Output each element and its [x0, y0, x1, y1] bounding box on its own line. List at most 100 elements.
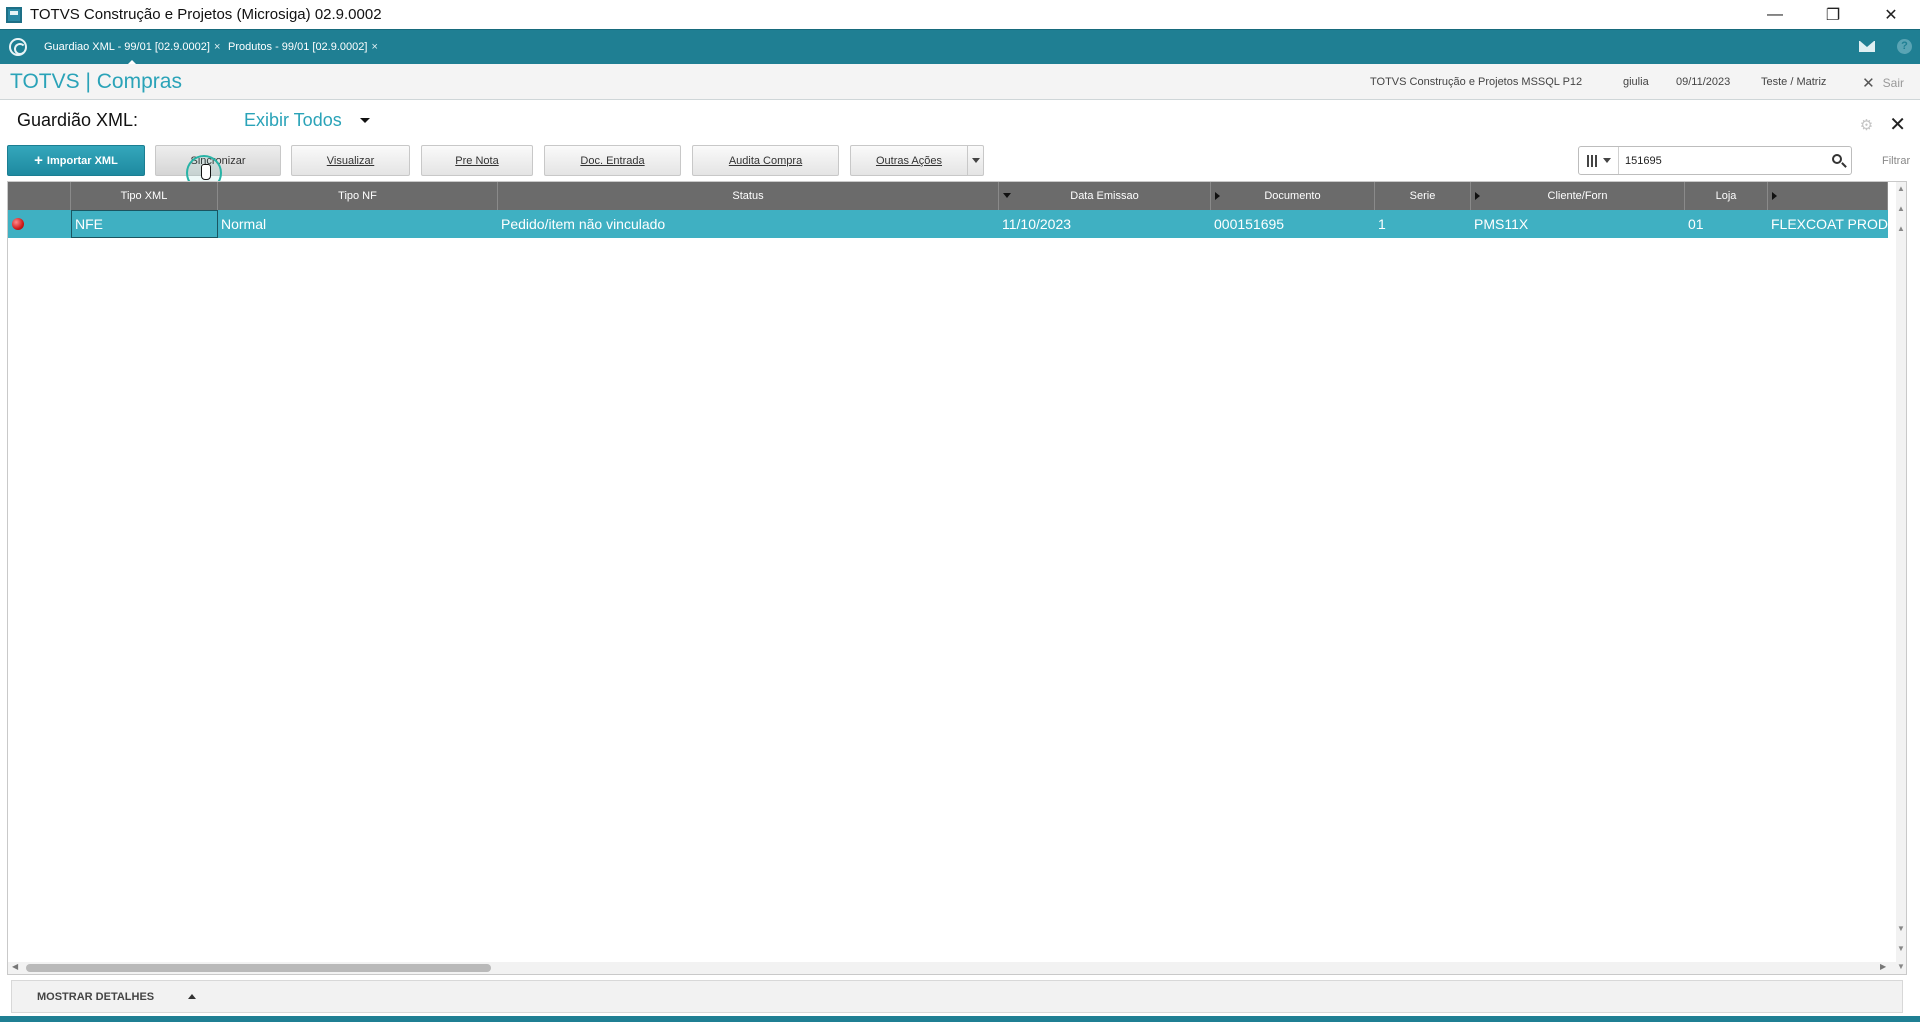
- exit-button[interactable]: ✕ Sair: [1862, 74, 1904, 92]
- panel-icons: ⚙ ✕: [1860, 112, 1906, 137]
- show-details-bar[interactable]: MOSTRAR DETALHES: [11, 980, 1903, 1013]
- header-label: Cliente/Forn: [1547, 190, 1608, 202]
- header-documento[interactable]: Documento: [1211, 182, 1375, 210]
- gear-icon[interactable]: ⚙: [1860, 116, 1873, 134]
- table-row[interactable]: NFE Normal Pedido/item não vinculado 11/…: [8, 210, 1888, 238]
- module-title: TOTVS | Compras: [10, 70, 182, 93]
- sort-right-icon: [1772, 192, 1777, 200]
- cell-cliente-forn[interactable]: PMS11X: [1471, 210, 1685, 238]
- header-status-column[interactable]: [8, 182, 71, 210]
- columns-icon[interactable]: [1579, 147, 1619, 174]
- import-xml-button[interactable]: + Importar XML: [7, 145, 145, 176]
- header-data-emissao[interactable]: Data Emissao: [999, 182, 1211, 210]
- header-label: Status: [732, 190, 764, 202]
- pre-note-button[interactable]: Pre Nota: [421, 145, 533, 176]
- scroll-right-icon[interactable]: ▶: [1880, 962, 1886, 971]
- vertical-scrollbar[interactable]: ▲ ▲ ▲ ▼ ▼ ▼: [1896, 182, 1906, 974]
- exit-label: Sair: [1882, 76, 1904, 90]
- scroll-page-down-icon[interactable]: ▼: [1897, 944, 1905, 953]
- routine-title: Guardião XML:: [17, 110, 139, 130]
- app-icon: [6, 6, 22, 23]
- window-titlebar: TOTVS Construção e Projetos (Microsiga) …: [0, 0, 1920, 29]
- chevron-down-icon: [359, 118, 370, 123]
- view-button[interactable]: Visualizar: [291, 145, 410, 176]
- doc-entry-button[interactable]: Doc. Entrada: [544, 145, 681, 176]
- tab-label: Guardiao XML - 99/01 [02.9.0002]: [44, 41, 210, 53]
- cell-documento[interactable]: 000151695: [1211, 210, 1375, 238]
- close-window-button[interactable]: ✕: [1862, 0, 1920, 29]
- scroll-down-icon[interactable]: ▼: [1897, 924, 1905, 933]
- cell-loja[interactable]: 01: [1685, 210, 1768, 238]
- header-tipo-nf[interactable]: Tipo NF: [218, 182, 498, 210]
- header-loja[interactable]: Loja: [1685, 182, 1768, 210]
- header-tipo-xml[interactable]: Tipo XML: [71, 182, 218, 210]
- import-xml-label: Importar XML: [46, 154, 118, 167]
- date-info: 09/11/2023: [1676, 76, 1731, 88]
- scroll-page-up-icon[interactable]: ▲: [1897, 204, 1905, 213]
- audit-purchase-label: Audita Compra: [728, 154, 803, 167]
- close-routine-icon[interactable]: ✕: [1889, 112, 1906, 137]
- hand-cursor-icon: [201, 164, 211, 180]
- view-filter-value: Exibir Todos: [244, 110, 342, 130]
- pre-note-label: Pre Nota: [455, 154, 499, 167]
- cell-tipo-nf[interactable]: Normal: [218, 210, 498, 238]
- search-icon[interactable]: [1825, 147, 1851, 174]
- module-header: TOTVS | Compras TOTVS Construção e Proje…: [0, 64, 1920, 100]
- header-nome[interactable]: [1768, 182, 1888, 210]
- other-actions-label: Outras Ações: [875, 154, 943, 167]
- tab-produtos[interactable]: Produtos - 99/01 [02.9.0002] ×: [224, 36, 382, 58]
- plus-icon: +: [34, 152, 43, 169]
- close-icon: ✕: [1862, 75, 1875, 92]
- scroll-top-icon[interactable]: ▲: [1897, 224, 1905, 233]
- mail-icon[interactable]: [1859, 41, 1875, 52]
- header-status[interactable]: Status: [498, 182, 999, 210]
- bottom-border: [0, 1016, 1920, 1022]
- status-cell: [8, 210, 71, 238]
- chevron-up-icon: [188, 994, 197, 999]
- header-label: Loja: [1715, 190, 1737, 202]
- user-info: giulia: [1623, 76, 1649, 88]
- filter-link[interactable]: Filtrar: [1882, 155, 1910, 167]
- header-label: Data Emissao: [1070, 190, 1139, 202]
- header-serie[interactable]: Serie: [1375, 182, 1471, 210]
- cell-serie[interactable]: 1: [1375, 210, 1471, 238]
- cell-nome[interactable]: FLEXCOAT PRODU: [1768, 210, 1888, 238]
- search-box: 151695: [1578, 146, 1852, 175]
- audit-purchase-button[interactable]: Audita Compra: [692, 145, 839, 176]
- tab-label: Produtos - 99/01 [02.9.0002]: [228, 41, 368, 53]
- header-label: Serie: [1409, 190, 1436, 202]
- search-input[interactable]: 151695: [1625, 155, 1825, 167]
- restore-button[interactable]: ❐: [1804, 0, 1862, 29]
- scroll-up-icon[interactable]: ▲: [1897, 184, 1905, 193]
- scrollbar-thumb[interactable]: [26, 964, 491, 972]
- home-icon[interactable]: [9, 38, 27, 56]
- horizontal-scrollbar[interactable]: ◀ ▶: [8, 962, 1896, 974]
- sort-right-icon: [1215, 192, 1220, 200]
- sort-right-icon: [1475, 192, 1480, 200]
- tab-close-icon[interactable]: ×: [214, 41, 220, 53]
- cell-tipo-xml[interactable]: NFE: [71, 210, 218, 238]
- chevron-down-icon[interactable]: [967, 146, 983, 175]
- scroll-bottom-icon[interactable]: ▼: [1897, 962, 1905, 971]
- cell-data-emissao[interactable]: 11/10/2023: [999, 210, 1211, 238]
- help-icon[interactable]: ?: [1897, 39, 1912, 54]
- header-label: Tipo NF: [338, 190, 377, 202]
- window-title: TOTVS Construção e Projetos (Microsiga) …: [30, 6, 382, 23]
- scroll-left-icon[interactable]: ◀: [12, 962, 18, 971]
- status-red-icon: [12, 218, 24, 230]
- tab-close-icon[interactable]: ×: [371, 41, 377, 53]
- tab-strip: Guardiao XML - 99/01 [02.9.0002] × Produ…: [0, 29, 1920, 66]
- cell-status[interactable]: Pedido/item não vinculado: [498, 210, 999, 238]
- header-cliente-forn[interactable]: Cliente/Forn: [1471, 182, 1685, 210]
- doc-entry-label: Doc. Entrada: [580, 154, 645, 167]
- view-label: Visualizar: [326, 154, 375, 167]
- minimize-button[interactable]: —: [1746, 0, 1804, 29]
- data-grid: Tipo XML Tipo NF Status Data Emissao Doc…: [7, 181, 1907, 975]
- sort-down-icon: [1003, 193, 1011, 198]
- tabstrip-icons: ?: [1859, 39, 1912, 54]
- show-details-label: MOSTRAR DETALHES: [37, 990, 155, 1003]
- company-info: TOTVS Construção e Projetos MSSQL P12: [1370, 76, 1583, 88]
- other-actions-button[interactable]: Outras Ações: [850, 145, 984, 176]
- view-filter-select[interactable]: Exibir Todos: [244, 110, 370, 131]
- tab-guardiao-xml[interactable]: Guardiao XML - 99/01 [02.9.0002] ×: [40, 36, 224, 66]
